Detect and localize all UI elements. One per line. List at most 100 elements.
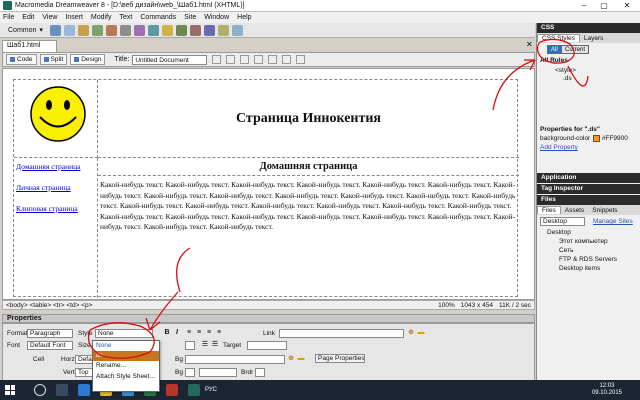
table-icon[interactable] [91,24,103,36]
files-panel-header[interactable]: Files [537,195,640,205]
opera-icon[interactable] [166,384,178,396]
hyperlink-icon[interactable] [49,24,61,36]
tag-chooser-icon[interactable] [231,24,243,36]
align-center-icon[interactable]: ≡ [195,329,203,337]
email-link-icon[interactable] [63,24,75,36]
tab-css-styles[interactable]: CSS Styles [537,34,580,42]
property-value-group[interactable]: #FF9900 [593,135,628,142]
task-view-icon[interactable] [56,384,68,396]
current-rules-button[interactable]: Current [561,45,590,54]
visual-aids-icon[interactable] [268,55,278,64]
point-to-file-icon[interactable]: ⊕ [407,329,415,337]
templates-icon[interactable] [217,24,229,36]
menu-edit[interactable]: Edit [22,14,34,21]
font-select[interactable]: Default Font [27,341,73,350]
menu-view[interactable]: View [42,14,57,21]
menu-modify[interactable]: Modify [91,14,112,21]
document-close-icon[interactable]: ✕ [526,40,533,49]
bg-folder-icon[interactable]: ▬ [297,355,305,363]
maximize-button[interactable]: ▢ [594,0,614,12]
css-panel-header[interactable]: CSS [537,23,640,33]
tree-ftp-rds-servers[interactable]: FTP & RDS Servers [559,256,617,263]
menu-window[interactable]: Window [204,14,229,21]
rule-style-tag[interactable]: <style> [555,67,576,74]
layer-icon[interactable] [105,24,117,36]
server-side-include-icon[interactable] [161,24,173,36]
style-option-none[interactable]: None [93,341,159,351]
link-input[interactable] [279,329,404,338]
layout-table[interactable]: Страница Иннокентия Домашняя страница Ли… [13,79,519,298]
window-size[interactable]: 1043 x 454 [461,302,493,309]
bg-color-box[interactable] [185,368,195,377]
content-cell[interactable]: Домашняя страница Какой-нибудь текст. Ка… [98,158,519,298]
preview-browser-icon[interactable] [226,55,236,64]
tree-this-computer[interactable]: Этот компьютер [559,238,608,245]
file-management-icon[interactable] [212,55,222,64]
image-icon[interactable] [119,24,131,36]
refresh-icon[interactable] [240,55,250,64]
tab-files[interactable]: Files [537,206,561,214]
site-select[interactable]: Desktop [540,217,585,226]
tab-assets[interactable]: Assets [561,207,589,214]
media-icon[interactable] [133,24,145,36]
nav-link-home[interactable]: Домашняя страница [16,162,95,171]
unordered-list-icon[interactable]: ☰ [201,341,209,349]
zoom-level[interactable]: 100% [438,302,455,309]
minimize-button[interactable]: – [574,0,594,12]
view-options-icon[interactable] [254,55,264,64]
tag-selector[interactable]: <body> <table> <tr> <td> <p> [6,302,438,309]
tab-snippets[interactable]: Snippets [588,207,621,214]
style-option-ds[interactable]: ds [93,351,159,362]
menu-commands[interactable]: Commands [140,14,176,21]
split-view-button[interactable]: Split [39,54,68,65]
comment-icon[interactable] [175,24,187,36]
style-select[interactable]: None [95,329,153,338]
menu-site[interactable]: Site [184,14,196,21]
design-canvas[interactable]: Страница Иннокентия Домашняя страница Ли… [2,68,535,300]
style-option-rename[interactable]: Rename... [93,361,159,371]
all-rules-button[interactable]: All [547,45,562,54]
language-indicator[interactable]: РУС [205,387,217,393]
menu-help[interactable]: Help [237,14,251,21]
add-property-link[interactable]: Add Property [540,144,578,151]
bg-image-input[interactable] [185,355,285,364]
head-icon[interactable] [189,24,201,36]
properties-header[interactable]: Properties [2,314,535,323]
nav-link-clips[interactable]: Клиповая страница [16,204,95,213]
code-view-button[interactable]: Code [6,54,37,65]
validate-markup-icon[interactable] [282,55,292,64]
menu-file[interactable]: File [3,14,14,21]
browse-folder-icon[interactable]: ▬ [417,329,425,337]
tab-layers[interactable]: Layers [580,35,608,42]
align-right-icon[interactable]: ≡ [205,329,213,337]
script-icon[interactable] [203,24,215,36]
color-swatch[interactable] [593,135,600,142]
ordered-list-icon[interactable]: ☰ [211,341,219,349]
tree-network[interactable]: Сеть [559,247,573,254]
browser-check-icon[interactable] [296,55,306,64]
bg-point-icon[interactable]: ⊕ [287,355,295,363]
date-icon[interactable] [147,24,159,36]
manage-sites-link[interactable]: Manage Sites [593,218,633,225]
design-view-button[interactable]: Design [70,54,106,65]
application-panel-header[interactable]: Application [537,173,640,183]
justify-icon[interactable]: ≡ [215,329,223,337]
page-properties-button[interactable]: Page Properties... [315,354,365,363]
tree-desktop[interactable]: Desktop [547,229,571,236]
border-color-box[interactable] [255,368,265,377]
dreamweaver-taskbar-icon[interactable] [188,384,200,396]
style-option-attach-stylesheet[interactable]: Attach Style Sheet... [93,372,159,382]
menu-insert[interactable]: Insert [65,14,83,21]
tree-desktop-items[interactable]: Desktop items [559,265,600,272]
italic-icon[interactable]: I [173,329,181,337]
text-color-box[interactable] [185,341,195,350]
named-anchor-icon[interactable] [77,24,89,36]
start-button[interactable] [0,380,20,400]
nav-link-personal[interactable]: Личная страница [16,183,95,192]
title-input[interactable]: Untitled Document [132,54,208,65]
clock[interactable]: 12:03 09.10.2015 [592,383,640,397]
search-icon[interactable] [34,384,46,396]
tag-inspector-panel-header[interactable]: Tag Inspector [537,184,640,194]
close-button[interactable]: ✕ [614,0,640,12]
target-select[interactable] [247,341,287,350]
